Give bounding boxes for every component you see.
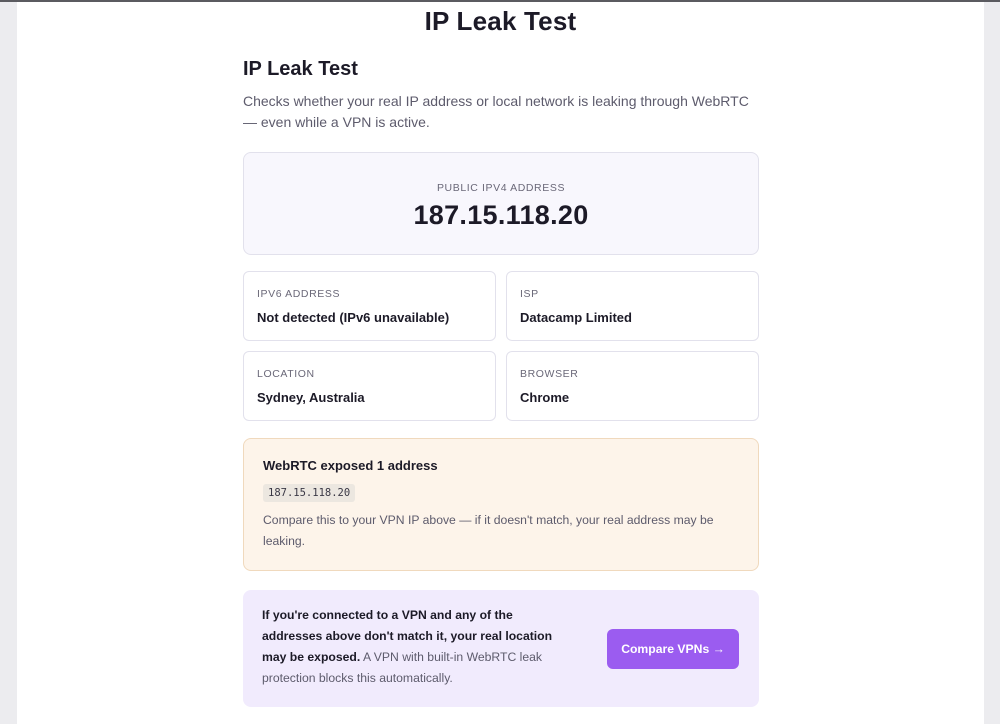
public-ipv4-label: PUBLIC IPV4 ADDRESS: [436, 182, 566, 194]
public-ipv4-card: PUBLIC IPV4 ADDRESS 187.15.118.20: [243, 152, 759, 255]
page-title: IP Leak Test: [424, 6, 577, 36]
ipv6-value: Not detected (IPv6 unavailable): [257, 310, 450, 325]
location-card: LOCATION Sydney, Australia: [243, 351, 496, 421]
isp-card: ISP Datacamp Limited: [506, 271, 759, 341]
public-ipv4-value: 187.15.118.20: [413, 200, 589, 230]
isp-value: Datacamp Limited: [520, 310, 632, 325]
page: IP Leak Test IP Leak Test Checks whether…: [17, 2, 984, 724]
webrtc-address: 187.15.118.20: [263, 484, 356, 502]
browser-label: BROWSER: [520, 368, 579, 380]
section-description: Checks whether your real IP address or l…: [243, 93, 749, 130]
compare-vpns-button[interactable]: Compare VPNs →: [607, 629, 739, 669]
isp-label: ISP: [520, 288, 539, 300]
browser-value: Chrome: [520, 390, 570, 405]
ipv6-label: IPV6 ADDRESS: [257, 288, 341, 300]
cta-text: If you're connected to a VPN and any of …: [262, 605, 562, 689]
webrtc-note: Compare this to your VPN IP above — if i…: [263, 513, 714, 548]
webrtc-result-card: WebRTC exposed 1 address 187.15.118.20 C…: [243, 438, 759, 571]
vpn-cta-banner: If you're connected to a VPN and any of …: [243, 590, 759, 707]
webrtc-heading: WebRTC exposed 1 address: [263, 458, 438, 473]
browser-card: BROWSER Chrome: [506, 351, 759, 421]
location-label: LOCATION: [257, 368, 315, 380]
location-value: Sydney, Australia: [257, 390, 365, 405]
main-content: IP Leak Test Checks whether your real IP…: [243, 58, 759, 707]
section-title: IP Leak Test: [243, 58, 358, 80]
ipv6-card: IPV6 ADDRESS Not detected (IPv6 unavaila…: [243, 271, 496, 341]
